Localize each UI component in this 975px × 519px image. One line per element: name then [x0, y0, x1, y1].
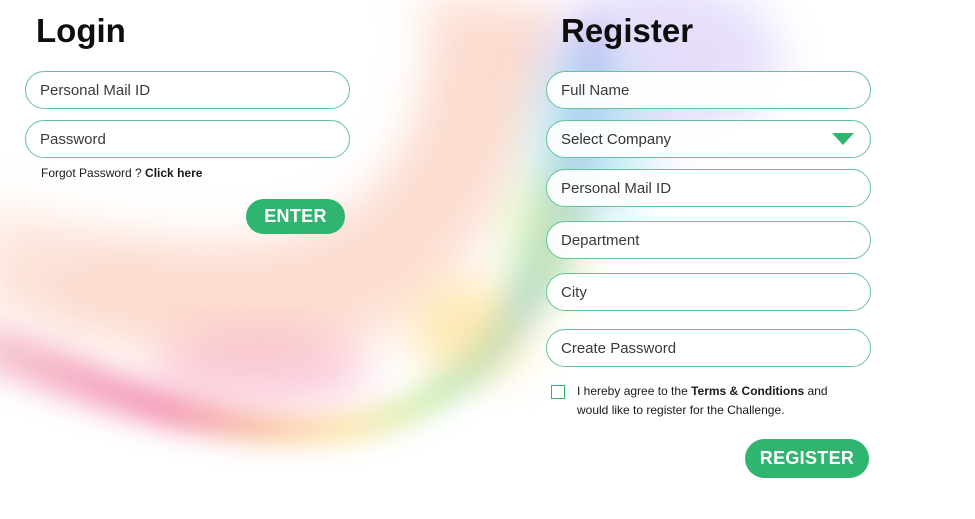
create-password-field[interactable]	[546, 329, 871, 367]
register-button[interactable]: REGISTER	[745, 439, 869, 478]
terms-link[interactable]: Terms & Conditions	[691, 384, 804, 398]
full-name-field[interactable]	[546, 71, 871, 109]
login-email-field[interactable]	[25, 71, 350, 109]
terms-prefix: I hereby agree to the	[577, 384, 692, 398]
forgot-password-text: Forgot Password ?	[41, 166, 146, 180]
login-password-input[interactable]	[40, 130, 335, 148]
forgot-password-row: Forgot Password ? Click here	[41, 166, 202, 180]
enter-button[interactable]: ENTER	[246, 199, 345, 234]
page: Login Forgot Password ? Click here ENTER…	[0, 0, 975, 519]
create-password-input[interactable]	[561, 339, 856, 357]
company-select[interactable]: Select Company	[546, 120, 871, 158]
department-input[interactable]	[561, 231, 856, 249]
city-field[interactable]	[546, 273, 871, 311]
forgot-password-link[interactable]: Click here	[145, 166, 202, 180]
triangle-down-icon[interactable]	[832, 133, 854, 145]
checkbox-icon[interactable]	[551, 385, 565, 399]
login-email-input[interactable]	[40, 81, 335, 99]
terms-text: I hereby agree to the Terms & Conditions…	[577, 382, 862, 420]
login-password-field[interactable]	[25, 120, 350, 158]
city-input[interactable]	[561, 283, 856, 301]
register-email-input[interactable]	[561, 179, 856, 197]
company-select-value: Select Company	[561, 130, 672, 148]
login-title: Login	[36, 12, 126, 49]
full-name-input[interactable]	[561, 81, 856, 99]
register-email-field[interactable]	[546, 169, 871, 207]
register-title: Register	[561, 12, 694, 49]
department-field[interactable]	[546, 221, 871, 259]
